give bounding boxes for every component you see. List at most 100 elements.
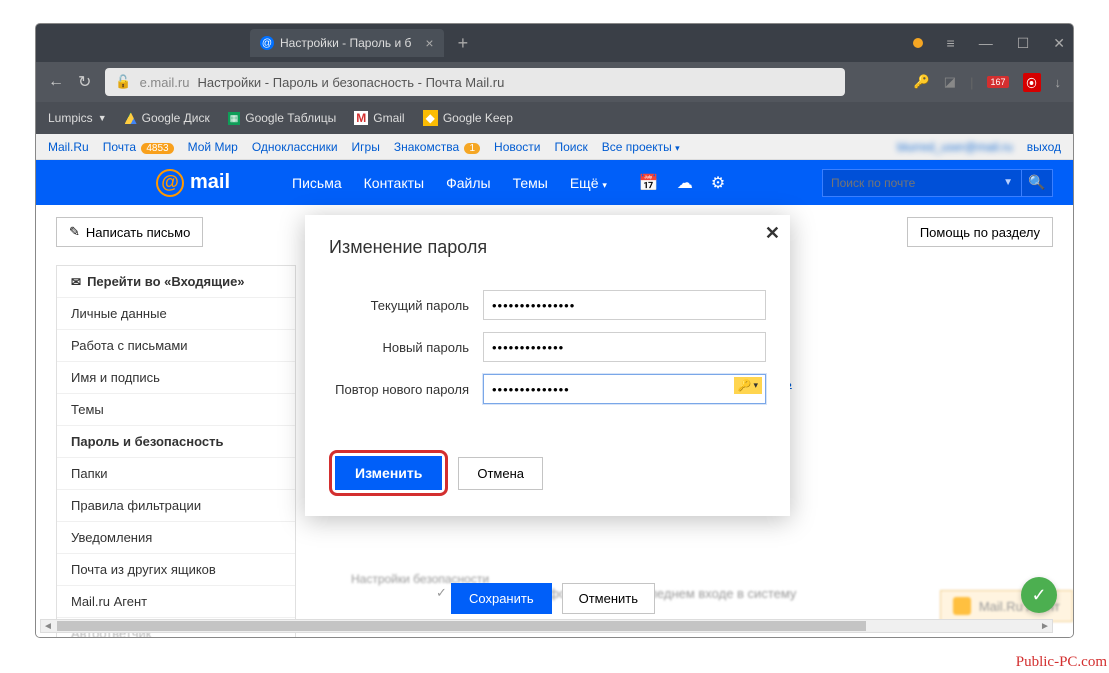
chevron-down-icon: ▼ <box>98 113 107 123</box>
current-password-input[interactable] <box>483 290 766 320</box>
sidebar-item-9[interactable]: Почта из других ящиков <box>57 554 295 586</box>
bg-cancel-button[interactable]: Отменить <box>562 583 655 614</box>
sidebar-item-1[interactable]: Личные данные <box>57 298 295 330</box>
lastfm-icon[interactable]: ⦿ <box>1023 73 1041 92</box>
modal-close-button[interactable]: ✕ <box>765 223 780 244</box>
window-close-icon[interactable]: ✕ <box>1053 35 1065 52</box>
nav-themes[interactable]: Темы <box>513 175 548 191</box>
sidebar-item-label: Перейти во «Входящие» <box>87 274 244 289</box>
bg-save-button[interactable]: Сохранить <box>451 583 552 614</box>
bookmark-label: Google Keep <box>443 111 513 125</box>
sidebar-item-label: Mail.ru Агент <box>71 594 147 609</box>
window-minimize-icon[interactable]: ― <box>979 35 993 51</box>
search-button[interactable]: 🔍 <box>1021 169 1053 197</box>
nav-reload-icon[interactable]: ↻ <box>78 72 91 92</box>
gear-icon[interactable]: ⚙ <box>711 173 725 193</box>
portal-dating[interactable]: Знакомства 1 <box>394 140 480 154</box>
separator: | <box>970 75 973 90</box>
bookmark-gkeep[interactable]: ◆ Google Keep <box>423 110 513 126</box>
menu-icon[interactable]: ≡ <box>947 35 955 51</box>
mail-header: @ mail Письма Контакты Файлы Темы Ещё ▾ … <box>36 160 1073 205</box>
nav-letters[interactable]: Письма <box>292 175 342 191</box>
portal-mailru[interactable]: Mail.Ru <box>48 140 89 154</box>
key-icon[interactable]: 🔑 <box>914 74 930 90</box>
window-maximize-icon[interactable]: ☐ <box>1017 35 1030 52</box>
new-tab-button[interactable]: + <box>458 33 469 54</box>
agent-icon <box>953 597 971 615</box>
repeat-password-label: Повтор нового пароля <box>329 382 469 397</box>
submit-button[interactable]: Изменить <box>335 456 442 490</box>
sidebar-item-6[interactable]: Папки <box>57 458 295 490</box>
portal-news[interactable]: Новости <box>494 140 540 154</box>
sidebar-item-5[interactable]: Пароль и безопасность <box>57 426 295 458</box>
sidebar-item-10[interactable]: Mail.ru Агент <box>57 586 295 618</box>
scroll-right-icon[interactable]: ► <box>1038 621 1052 632</box>
nav-files[interactable]: Файлы <box>446 175 490 191</box>
portal-ok[interactable]: Одноклассники <box>252 140 338 154</box>
sidebar-item-label: Правила фильтрации <box>71 498 201 513</box>
portal-projects[interactable]: Все проекты ▾ <box>602 140 680 154</box>
compose-button[interactable]: ✎ Написать письмо <box>56 217 203 247</box>
cancel-button[interactable]: Отмена <box>458 457 543 490</box>
scroll-thumb[interactable] <box>57 621 866 631</box>
sidebar-item-label: Уведомления <box>71 530 152 545</box>
portal-mail[interactable]: Почта 4853 <box>103 140 174 154</box>
sidebar-item-0[interactable]: ✉Перейти во «Входящие» <box>57 266 295 298</box>
adguard-shield-icon[interactable]: ✓ <box>1021 577 1057 613</box>
sidebar-item-label: Имя и подпись <box>71 370 160 385</box>
help-button[interactable]: Помощь по разделу <box>907 217 1053 247</box>
sidebar-item-7[interactable]: Правила фильтрации <box>57 490 295 522</box>
bookmark-icon[interactable]: ◪ <box>944 74 956 90</box>
tab-bar: @ Настройки - Пароль и б × + ≡ ― ☐ ✕ <box>36 24 1073 62</box>
portal-username[interactable]: blurred_user@mail.ru <box>897 140 1013 154</box>
address-bar: ← ↻ 🔓 e.mail.ru Настройки - Пароль и без… <box>36 62 1073 102</box>
bookmark-gsheets[interactable]: ▦ Google Таблицы <box>228 111 337 125</box>
portal-games[interactable]: Игры <box>352 140 380 154</box>
nav-more[interactable]: Ещё ▾ <box>570 175 607 191</box>
portal-mymir[interactable]: Мой Мир <box>188 140 238 154</box>
nav-back-icon[interactable]: ← <box>48 73 64 91</box>
tab-favicon: @ <box>260 36 274 50</box>
bookmark-gmail[interactable]: M Gmail <box>354 111 404 125</box>
nav-contacts[interactable]: Контакты <box>364 175 424 191</box>
compose-label: Написать письмо <box>86 225 190 240</box>
calendar-icon[interactable]: 📅 <box>639 173 659 193</box>
chevron-down-icon: ▾ <box>675 143 680 153</box>
cloud-icon[interactable]: ☁ <box>677 173 693 193</box>
url-field[interactable]: 🔓 e.mail.ru Настройки - Пароль и безопас… <box>105 68 845 96</box>
sidebar-item-4[interactable]: Темы <box>57 394 295 426</box>
lock-icon: 🔓 <box>115 74 131 90</box>
sidebar-item-8[interactable]: Уведомления <box>57 522 295 554</box>
dating-badge: 1 <box>464 143 480 154</box>
sidebar-item-label: Пароль и безопасность <box>71 434 223 449</box>
sidebar-item-3[interactable]: Имя и подпись <box>57 362 295 394</box>
sidebar-item-2[interactable]: Работа с письмами <box>57 330 295 362</box>
submit-highlight: Изменить <box>329 450 448 496</box>
mail-logo[interactable]: @ mail <box>156 169 230 197</box>
gmail-icon: M <box>354 111 368 125</box>
gdrive-icon <box>125 112 137 124</box>
modal-title: Изменение пароля <box>305 215 790 274</box>
search-input[interactable] <box>831 176 995 190</box>
download-icon[interactable]: ↓ <box>1055 75 1062 90</box>
chevron-down-icon[interactable]: ▼ <box>1003 177 1013 188</box>
password-manager-icon[interactable]: 🔑▾ <box>734 377 762 394</box>
browser-tab[interactable]: @ Настройки - Пароль и б × <box>250 29 444 57</box>
sidebar-item-label: Почта из других ящиков <box>71 562 216 577</box>
url-title: Настройки - Пароль и безопасность - Почт… <box>197 75 504 90</box>
chevron-down-icon: ▾ <box>602 180 607 190</box>
extension-indicator-icon[interactable] <box>913 38 923 48</box>
repeat-password-input[interactable] <box>483 374 766 404</box>
bookmark-lumpics[interactable]: Lumpics ▼ <box>48 111 107 125</box>
mail-search[interactable]: ▼ <box>822 169 1022 197</box>
tab-close-icon[interactable]: × <box>425 35 433 51</box>
mail-count-badge: 4853 <box>141 143 173 154</box>
new-password-input[interactable] <box>483 332 766 362</box>
scroll-left-icon[interactable]: ◄ <box>41 621 55 632</box>
notification-badge[interactable]: 167 <box>987 76 1008 88</box>
portal-search[interactable]: Поиск <box>555 140 588 154</box>
bookmark-gdrive[interactable]: Google Диск <box>125 111 210 125</box>
pencil-icon: ✎ <box>69 224 80 240</box>
horizontal-scrollbar[interactable]: ◄ ► <box>40 619 1053 633</box>
portal-logout[interactable]: выход <box>1027 140 1061 154</box>
